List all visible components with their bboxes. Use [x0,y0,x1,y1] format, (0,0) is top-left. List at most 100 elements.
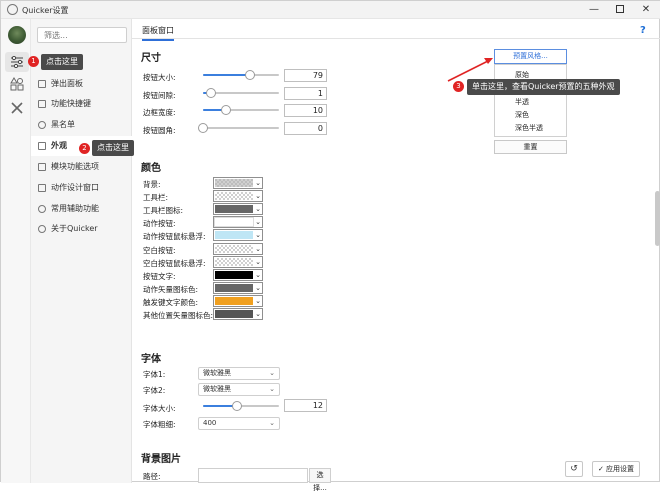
sidebar-item-blacklist[interactable]: 黑名单 [31,115,132,135]
color-label: 动作按钮鼠标悬浮: [143,232,206,241]
font1-value: 微软雅黑 [203,369,231,377]
icon-rail [1,19,31,483]
minimize-button[interactable]: — [581,1,607,19]
font2-select[interactable]: 微软雅黑 ⌄ [198,383,280,396]
chevron-down-icon: ⌄ [255,284,261,292]
button-radius-input[interactable]: 0 [284,122,327,135]
color-picker[interactable]: ⌄ [213,282,263,294]
chevron-down-icon: ⌄ [255,297,261,305]
font-size-input[interactable]: 12 [284,399,327,412]
color-picker[interactable]: ⌄ [213,229,263,241]
background-path-input[interactable] [198,468,308,483]
chevron-down-icon: ⌄ [255,271,261,279]
sidebar-item-action-designer[interactable]: 动作设计窗口 [31,178,132,198]
block-icon [38,121,46,129]
tab-divider [132,38,660,39]
button-gap-slider[interactable] [203,88,279,98]
apply-label: 应用设置 [606,465,635,473]
font-section-title: 字体 [141,354,161,365]
color-picker[interactable]: ⌄ [213,216,263,228]
color-picker[interactable]: ⌄ [213,243,263,255]
undo-button[interactable]: ↺ [565,461,583,477]
slider-track [203,127,279,129]
browse-button[interactable]: 选择... [309,468,331,492]
color-picker[interactable]: ⌄ [213,269,263,281]
path-label: 路径: [143,472,161,481]
color-picker[interactable]: ⌄ [213,308,263,320]
font1-label: 字体1: [143,370,166,379]
font-size-slider[interactable] [203,401,279,411]
color-label: 动作矢量图标色: [143,285,199,294]
reset-button[interactable]: 重置 [494,140,567,154]
font-weight-value: 400 [203,419,217,427]
panel-icon [38,80,46,88]
preset-option-translucent[interactable]: 半透 [515,97,529,107]
color-swatch [215,310,253,318]
color-picker[interactable]: ⌄ [213,177,263,189]
button-radius-label: 按钮圆角: [143,126,176,135]
button-gap-input[interactable]: 1 [284,87,327,100]
font-weight-select[interactable]: 400 ⌄ [198,417,280,430]
avatar[interactable] [8,26,26,44]
step-3-badge: 3 [453,81,464,92]
window-title: Quicker设置 [22,6,69,15]
slider-thumb[interactable] [245,70,256,80]
chevron-down-icon: ⌄ [255,258,261,266]
button-size-input[interactable]: 79 [284,69,327,82]
chevron-down-icon: ⌄ [255,245,261,253]
color-swatch [215,231,253,239]
maximize-button[interactable] [607,1,633,19]
color-picker[interactable]: ⌄ [213,190,263,202]
sidebar-item-about[interactable]: 关于Quicker [31,219,132,239]
sidebar-item-common-tools[interactable]: 常用辅助功能 [31,199,132,219]
color-picker[interactable]: ⌄ [213,295,263,307]
color-picker[interactable]: ⌄ [213,203,263,215]
preset-style-button[interactable]: 预置风格... [494,49,567,64]
tools-icon[interactable] [10,101,24,115]
sidebar-item-label: 黑名单 [51,120,75,129]
color-label: 触发键文字颜色: [143,298,199,307]
step-2-badge: 2 [79,143,90,154]
button-radius-slider[interactable] [198,123,279,133]
color-swatch [215,271,253,279]
shapes-glyph [10,77,24,91]
color-swatch [215,179,253,187]
sidebar-item-module-options[interactable]: 模块功能选项 [31,157,132,177]
shapes-icon[interactable] [10,77,24,91]
module-icon [38,163,46,171]
border-width-slider[interactable] [203,105,279,115]
slider-thumb[interactable] [205,88,216,98]
sidebar-item-hotkeys[interactable]: 功能快捷键 [31,94,132,114]
slider-thumb[interactable] [198,123,208,133]
apply-settings-button[interactable]: ✓ 应用设置 [592,461,640,477]
button-size-slider[interactable] [203,70,279,80]
maximize-icon [616,5,624,13]
font1-select[interactable]: 微软雅黑 ⌄ [198,367,280,380]
chevron-down-icon: ⌄ [255,205,261,213]
preset-option-dark-translucent[interactable]: 深色半透 [515,123,543,133]
button-size-label: 按钮大小: [143,73,176,82]
color-picker[interactable]: ⌄ [213,256,263,268]
chevron-down-icon: ⌄ [255,231,261,239]
sidebar: 弹出面板 功能快捷键 黑名单 外观 模块功能选项 动作设计窗口 常用辅助功能 关… [31,19,132,483]
help-icon[interactable]: ? [640,25,646,36]
slider-thumb[interactable] [232,401,243,411]
chevron-down-icon: ⌄ [255,192,261,200]
sidebar-item-label: 功能快捷键 [51,99,91,108]
color-swatch [215,205,253,213]
sidebar-item-label: 常用辅助功能 [51,204,99,213]
sliders-icon[interactable] [5,52,29,72]
info-icon [38,225,46,233]
slider-thumb[interactable] [220,105,231,115]
close-button[interactable]: ✕ [633,1,659,19]
sidebar-item-popup-panel[interactable]: 弹出面板 [31,74,132,94]
sidebar-item-label: 外观 [51,141,67,150]
color-label: 动作按钮: [143,219,176,228]
color-swatch [214,217,254,227]
preset-option-dark[interactable]: 深色 [515,110,529,120]
border-width-input[interactable]: 10 [284,104,327,117]
scrollbar[interactable] [655,191,660,246]
filter-input[interactable] [37,27,127,43]
color-swatch [215,192,253,200]
tools-small-icon [38,205,46,213]
